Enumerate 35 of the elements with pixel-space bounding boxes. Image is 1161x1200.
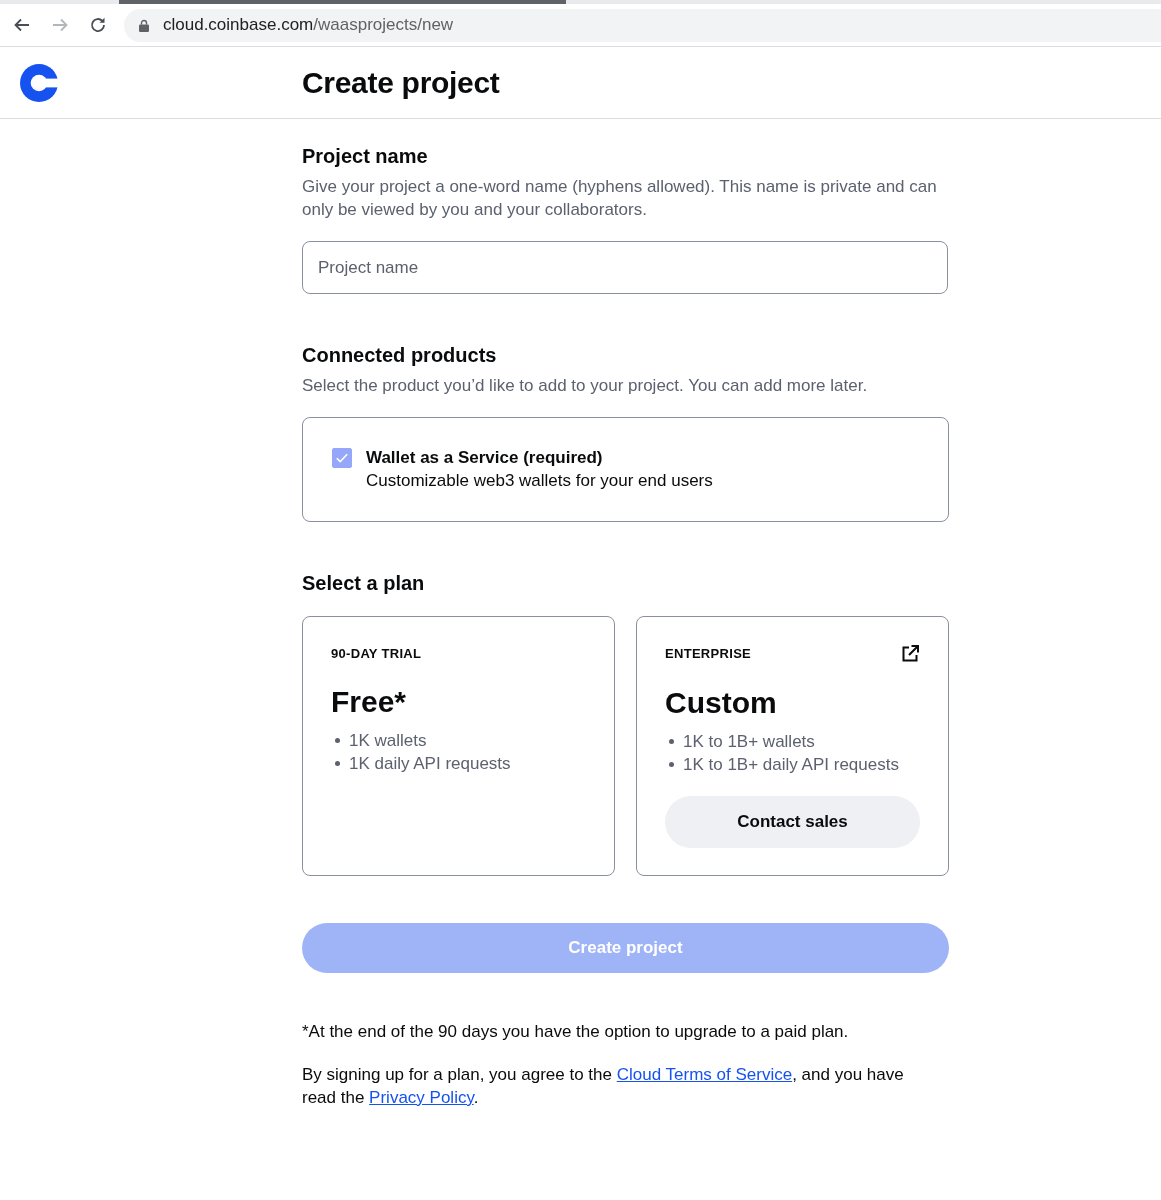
url-text: cloud.coinbase.com/waasprojects/new bbox=[163, 15, 454, 35]
bullet-icon bbox=[335, 738, 340, 743]
plan-feature: 1K to 1B+ daily API requests bbox=[683, 754, 899, 776]
text-link[interactable]: Privacy Policy bbox=[369, 1088, 474, 1107]
plan-label: 90-DAY TRIAL bbox=[331, 645, 422, 663]
terms-text: By signing up for a plan, you agree to the Cloud Terms of Service, and you have read the Privacy Policy. bbox=[302, 1064, 905, 1109]
bullet-icon bbox=[335, 761, 340, 766]
contact-sales-button[interactable]: Contact sales bbox=[665, 796, 920, 848]
plan-feature: 1K daily API requests bbox=[349, 753, 511, 775]
bullet-icon bbox=[669, 762, 674, 767]
plan-card[interactable]: ENTERPRISE Custom 1K to 1B+ wallets 1K to 1B+ daily API requests Contact sales bbox=[636, 616, 949, 876]
checkmark-icon bbox=[336, 453, 348, 463]
bullet-icon bbox=[669, 739, 674, 744]
plan-label: ENTERPRISE bbox=[665, 645, 752, 663]
plan-name: Free* bbox=[331, 684, 408, 720]
address-bar[interactable]: cloud.coinbase.com/waasprojects/new bbox=[124, 8, 1161, 42]
product-description: Customizable web3 wallets for your end users bbox=[366, 470, 713, 492]
project-name-field[interactable]: Project name bbox=[302, 241, 948, 294]
logo-icon[interactable] bbox=[20, 63, 58, 102]
plan-feature: 1K wallets bbox=[349, 730, 427, 752]
lock-icon bbox=[139, 18, 149, 32]
plan-card[interactable]: 90-DAY TRIAL Free* 1K wallets 1K daily API requests bbox=[302, 616, 615, 876]
section-heading: Connected products bbox=[302, 343, 498, 368]
section-description: Give your project a one-word name (hyphens allowed). This name is private and can only be viewed by you and your collaborators. bbox=[302, 176, 938, 221]
plan-name: Custom bbox=[665, 685, 778, 721]
footnote-text: *At the end of the 90 days you have the option to upgrade to a paid plan. bbox=[302, 1021, 850, 1043]
text-link[interactable]: Cloud Terms of Service bbox=[616, 1065, 793, 1084]
reload-icon bbox=[88, 15, 108, 35]
section-heading: Select a plan bbox=[302, 571, 426, 596]
section-heading: Project name bbox=[302, 144, 429, 169]
product-title: Wallet as a Service (required) bbox=[366, 447, 604, 469]
section-description: Select the product you’d like to add to your project. You can add more later. bbox=[302, 375, 869, 397]
external-link-icon[interactable] bbox=[900, 644, 920, 664]
page-title: Create project bbox=[302, 65, 500, 100]
plan-feature: 1K to 1B+ wallets bbox=[683, 731, 815, 753]
